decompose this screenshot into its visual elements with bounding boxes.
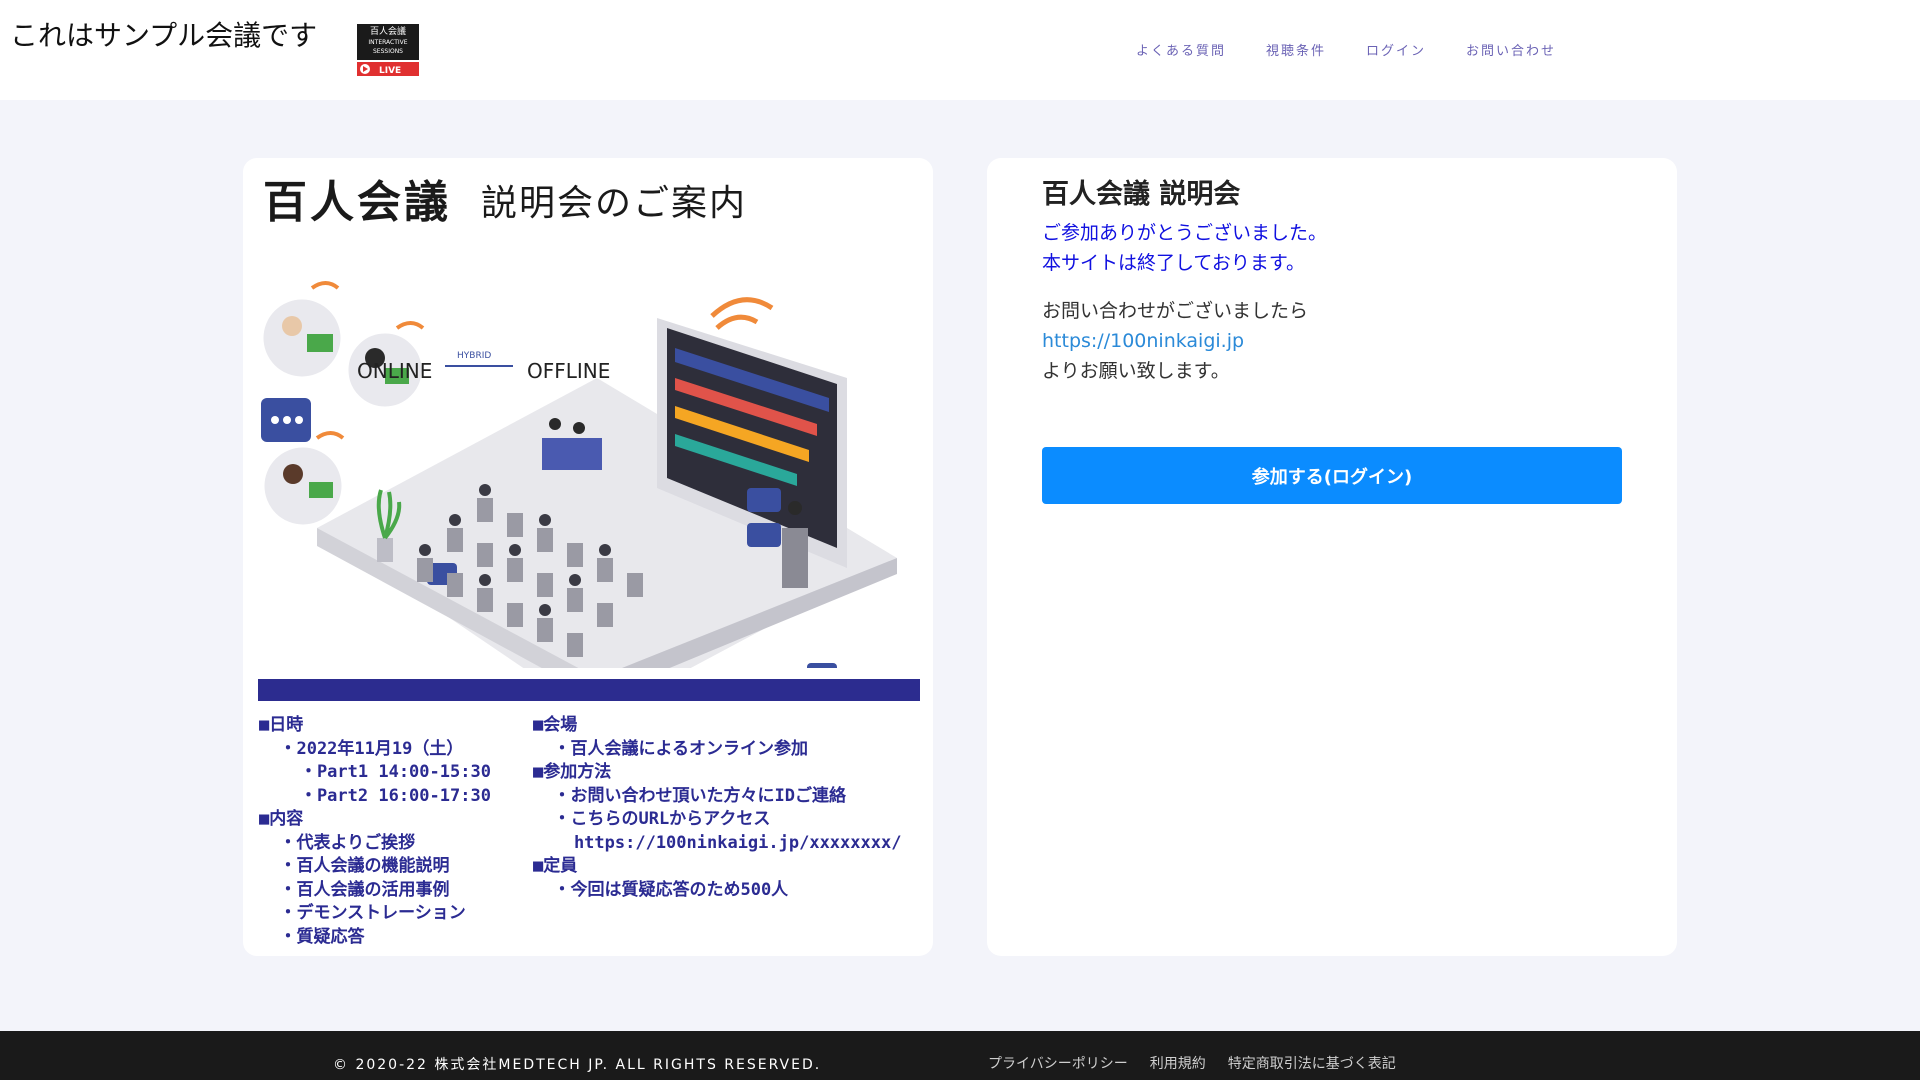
site-footer: © 2020-22 株式会社MEDTECH JP. ALL RIGHTS RES… — [0, 1031, 1920, 1080]
contact-line-1: お問い合わせがございましたら — [1042, 300, 1309, 322]
site-closed-line: 本サイトは終了しております。 — [1042, 252, 1305, 274]
seminar-illustration: ONLINE HYBRID OFFLINE — [260, 281, 897, 668]
online-label: ONLINE — [357, 359, 432, 383]
nav-login[interactable]: ログイン — [1366, 40, 1426, 59]
svg-text:LIVE: LIVE — [379, 66, 401, 76]
flyer-divider-band — [258, 679, 920, 701]
footer-links: プライバシーポリシー 利用規約 特定商取引法に基づく表記 — [988, 1053, 1418, 1073]
flyer-title: 百人会議 — [263, 177, 451, 228]
podium — [782, 528, 808, 588]
chat-bubble-icon — [747, 523, 781, 547]
join-login-button[interactable]: 参加する(ログイン) — [1042, 447, 1622, 504]
chat-bubble-icon — [807, 663, 837, 668]
contact-message: お問い合わせがございましたら https://100ninkaigi.jp より… — [1042, 296, 1308, 386]
main-nav: よくある質問 視聴条件 ログイン お問い合わせ — [1136, 40, 1596, 59]
event-info-card: 百人会議 説明会 ご参加ありがとうございました。 本サイトは終了しております。 … — [987, 158, 1677, 956]
nav-viewing-conditions[interactable]: 視聴条件 — [1266, 40, 1326, 59]
contact-line-2: よりお願い致します。 — [1042, 360, 1230, 382]
event-flyer-card: 百人会議 説明会のご案内 ONLINE HYBRID OFFLINE ■日時 ・… — [243, 158, 933, 956]
thanks-line: ご参加ありがとうございました。 — [1042, 222, 1328, 244]
nav-faq[interactable]: よくある質問 — [1136, 40, 1226, 59]
copyright-text: © 2020-22 株式会社MEDTECH JP. ALL RIGHTS RES… — [333, 1057, 822, 1073]
site-header: これはサンプル会議です 百人会議 INTERACTIVE SESSIONS LI… — [0, 0, 1920, 100]
flyer-info-left: ■日時 ・2022年11月19（土） ・Part1 14:00-15:30 ・P… — [259, 715, 491, 947]
svg-text:百人会議: 百人会議 — [370, 25, 406, 37]
chat-bubble-icon — [747, 488, 781, 512]
hybrid-label: HYBRID — [457, 351, 491, 361]
brand-logo[interactable]: 百人会議 INTERACTIVE SESSIONS LIVE — [357, 24, 419, 76]
closing-message: ご参加ありがとうございました。 本サイトは終了しております。 — [1042, 218, 1327, 278]
svg-text:INTERACTIVE: INTERACTIVE — [368, 39, 407, 46]
footer-link-privacy[interactable]: プライバシーポリシー — [988, 1053, 1128, 1073]
site-title[interactable]: これはサンプル会議です — [10, 14, 317, 54]
svg-text:SESSIONS: SESSIONS — [373, 48, 403, 55]
stage-desk — [542, 438, 602, 470]
offline-label: OFFLINE — [527, 359, 610, 383]
footer-link-commerce-law[interactable]: 特定商取引法に基づく表記 — [1228, 1053, 1396, 1073]
flyer-subtitle: 説明会のご案内 — [481, 183, 748, 224]
flyer-info-right: ■会場 ・百人会議によるオンライン参加 ■参加方法 ・お問い合わせ頂いた方々にI… — [533, 715, 902, 900]
footer-link-terms[interactable]: 利用規約 — [1150, 1053, 1206, 1073]
nav-contact[interactable]: お問い合わせ — [1466, 40, 1556, 59]
contact-link[interactable]: https://100ninkaigi.jp — [1042, 330, 1244, 352]
plant-pot — [377, 538, 393, 562]
event-title: 百人会議 説明会 — [1042, 179, 1241, 210]
